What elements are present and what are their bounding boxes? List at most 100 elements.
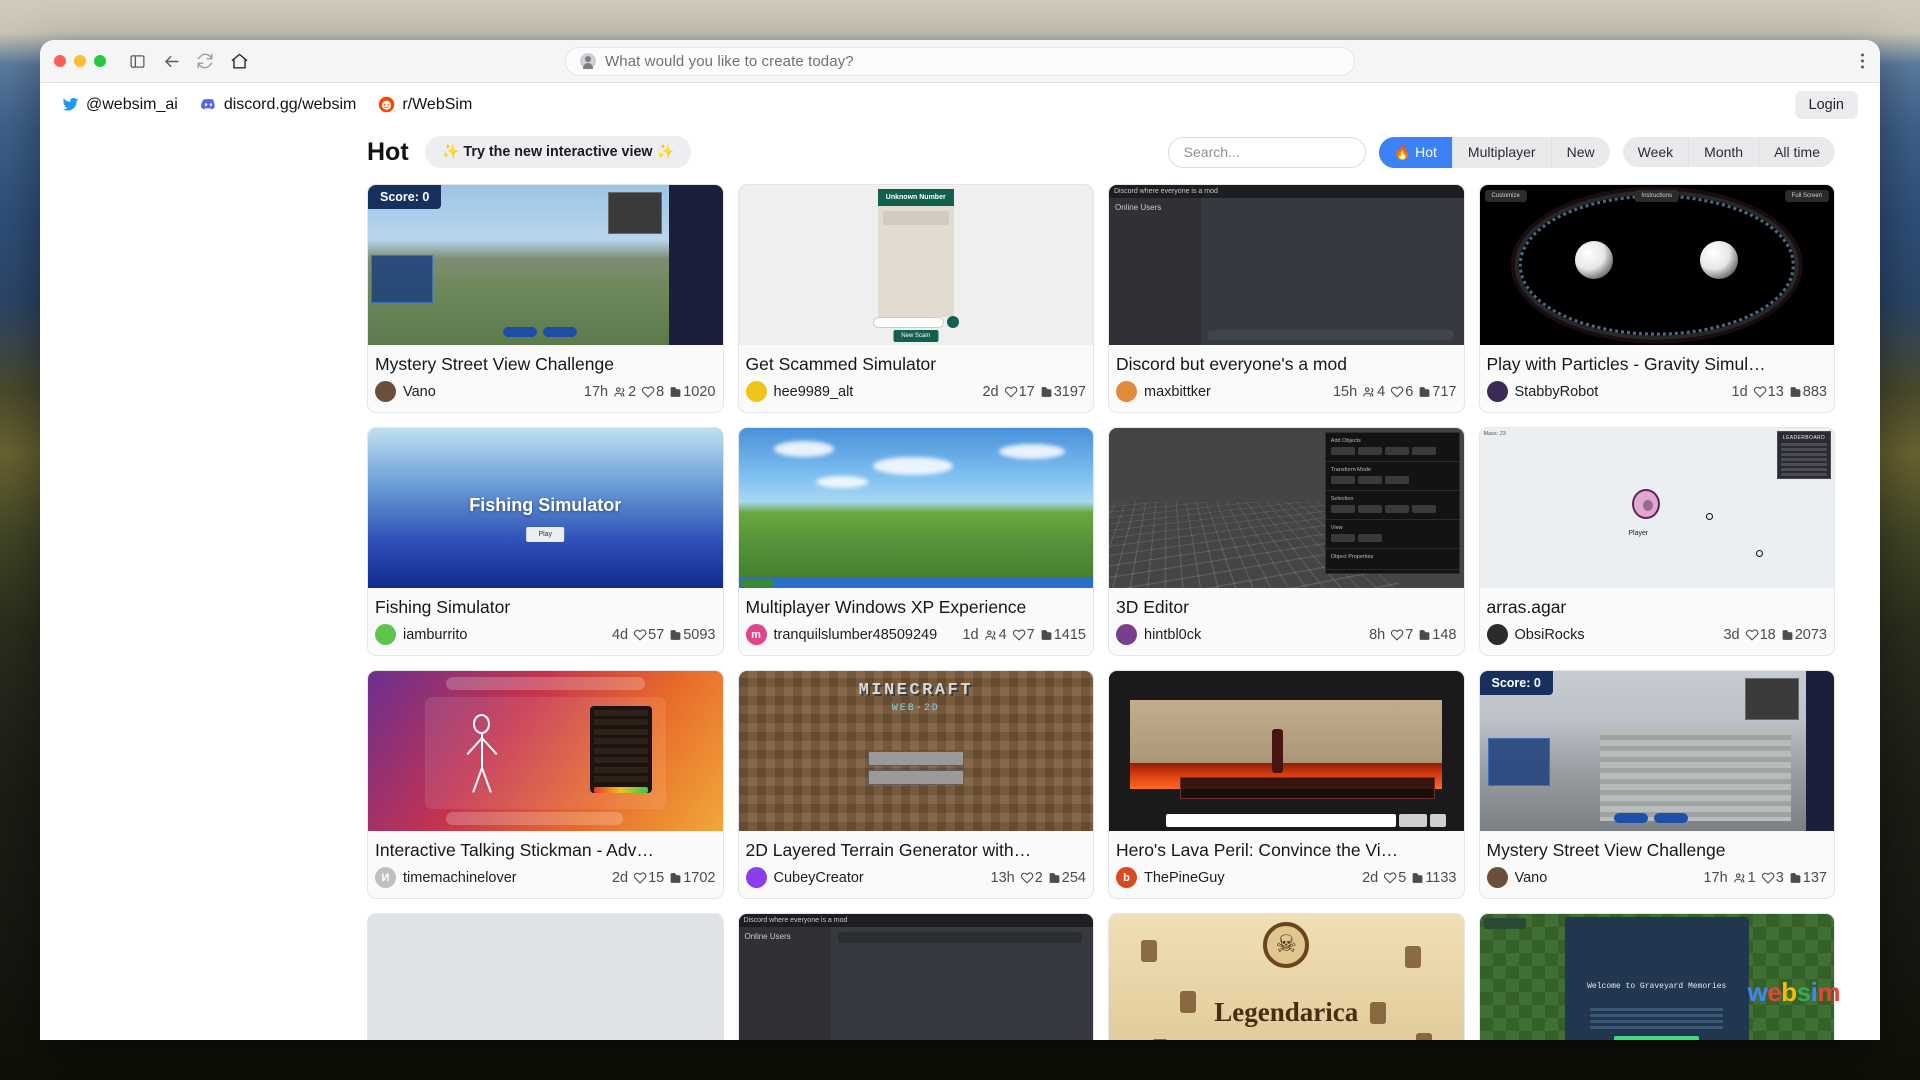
card-meta: hee9989_alt 2d 17 3197 (739, 378, 1094, 412)
age-label: 2d (982, 383, 999, 400)
tab-month[interactable]: Month (1689, 137, 1760, 167)
project-card[interactable]: Multiplayer Windows XP Experience m tran… (737, 427, 1094, 656)
card-title[interactable]: arras.agar (1480, 588, 1835, 621)
login-button[interactable]: Login (1794, 90, 1858, 119)
card-title[interactable]: 2D Layered Terrain Generator with… (739, 831, 1094, 864)
card-title[interactable]: Get Scammed Simulator (739, 345, 1094, 378)
tab-hot[interactable]: 🔥 Hot (1378, 136, 1453, 168)
close-window-icon[interactable] (54, 55, 66, 67)
project-card[interactable]: Hero's Lava Peril: Convince the Vi… b Th… (1108, 670, 1465, 899)
maximize-window-icon[interactable] (94, 55, 106, 67)
project-card[interactable]: Customize Instructions Full Screen Play … (1478, 184, 1835, 413)
project-card[interactable]: Score: 0 Mystery Street View Challenge V… (367, 184, 724, 413)
card-title[interactable]: Mystery Street View Challenge (1480, 831, 1835, 864)
card-meta: Vano 17h 1 3 137 (1480, 864, 1835, 898)
card-title[interactable]: Interactive Talking Stickman - Adv… (368, 831, 723, 864)
card-thumbnail[interactable]: Mass: 23 Player LEADERBOARD (1479, 428, 1834, 588)
card-stats: 2d 5 1133 (1362, 870, 1456, 886)
author-name[interactable]: tranquilslumber48509249 (774, 627, 938, 643)
card-stats: 4d 57 5093 (612, 627, 716, 643)
plays-count: 4 (1377, 383, 1386, 400)
social-link-discord[interactable]: discord.gg/websim (200, 95, 357, 114)
project-card[interactable]: MINECRAFT WEB-2D 2D Layered Terrain Gene… (737, 670, 1094, 899)
editor-panel: Add Objects Transform Mode Selection Vie… (1324, 432, 1460, 574)
author-name[interactable]: ObsiRocks (1515, 627, 1585, 643)
social-link-twitter[interactable]: @websim_ai (62, 96, 178, 114)
card-thumbnail[interactable]: Legendarica (1109, 914, 1464, 1040)
logo-letter: e (1767, 977, 1782, 1007)
likes-stat: 57 (633, 627, 664, 643)
card-thumbnail[interactable] (738, 428, 1093, 588)
tab-all-time[interactable]: All time (1759, 137, 1835, 167)
project-card[interactable] (367, 913, 724, 1040)
plays-stat: 1 (1733, 870, 1756, 886)
interactive-view-button[interactable]: ✨ Try the new interactive view ✨ (424, 136, 692, 168)
fishing-title: Fishing Simulator (469, 495, 622, 516)
window-traffic-lights[interactable] (54, 55, 106, 67)
card-stats: 17h 1 3 137 (1703, 870, 1827, 886)
card-stats: 13h 2 254 (991, 870, 1086, 886)
author-name[interactable]: maxbittker (1144, 384, 1211, 400)
project-card[interactable]: Interactive Talking Stickman - Adv… И ti… (367, 670, 724, 899)
project-card[interactable]: Discord where everyone is a mod Online U… (1108, 184, 1465, 413)
card-title[interactable]: 3D Editor (1109, 588, 1464, 621)
score-badge: Score: 0 (368, 185, 442, 209)
card-title[interactable]: Discord but everyone's a mod (1109, 345, 1464, 378)
author-name[interactable]: CubeyCreator (774, 870, 864, 886)
card-thumbnail[interactable] (368, 671, 723, 831)
author-name[interactable]: hintbl0ck (1144, 627, 1201, 643)
project-card[interactable]: Fishing Simulator Play Fishing Simulator… (367, 427, 724, 656)
avatar (1486, 624, 1508, 645)
author-name[interactable]: StabbyRobot (1515, 384, 1599, 400)
project-card[interactable]: Mass: 23 Player LEADERBOARD arras.agar O… (1478, 427, 1835, 656)
card-thumbnail[interactable]: Score: 0 (1479, 671, 1834, 831)
project-card[interactable]: Add Objects Transform Mode Selection Vie… (1108, 427, 1465, 656)
likes-stat: 2 (1020, 870, 1043, 886)
search-input[interactable] (1167, 136, 1366, 168)
card-thumbnail[interactable]: Discord where everyone is a mod Online U… (738, 914, 1093, 1040)
author-name[interactable]: hee9989_alt (774, 384, 854, 400)
author-name[interactable]: ThePineGuy (1144, 870, 1225, 886)
card-title[interactable]: Play with Particles - Gravity Simul… (1480, 345, 1835, 378)
card-thumbnail[interactable]: Add Objects Transform Mode Selection Vie… (1109, 428, 1464, 588)
card-thumbnail[interactable]: MINECRAFT WEB-2D (738, 671, 1093, 831)
sidebar-toggle-icon[interactable] (122, 46, 152, 76)
card-title[interactable]: Fishing Simulator (368, 588, 723, 621)
social-link-label: discord.gg/websim (223, 95, 357, 113)
leaderboard: LEADERBOARD (1777, 431, 1831, 479)
card-thumbnail[interactable]: Customize Instructions Full Screen (1479, 185, 1834, 345)
project-card[interactable]: Unknown Number New Scam Get Scammed Simu… (737, 184, 1094, 413)
back-icon[interactable] (156, 46, 186, 76)
card-thumbnail[interactable]: Score: 0 (368, 185, 723, 345)
message-input (872, 316, 959, 328)
card-thumbnail[interactable] (368, 914, 723, 1040)
author-name[interactable]: Vano (403, 384, 436, 400)
card-title[interactable]: Mystery Street View Challenge (368, 345, 723, 378)
author-name[interactable]: Vano (1515, 870, 1548, 886)
websim-logo[interactable]: websim (1748, 977, 1841, 1008)
card-thumbnail[interactable]: Unknown Number New Scam (738, 185, 1093, 345)
card-thumbnail[interactable] (1109, 671, 1464, 831)
project-card[interactable]: Discord where everyone is a mod Online U… (737, 913, 1094, 1040)
card-thumbnail[interactable]: Fishing Simulator Play (368, 428, 723, 588)
card-meta: StabbyRobot 1d 13 883 (1480, 378, 1835, 412)
reload-icon[interactable] (190, 46, 220, 76)
card-title[interactable]: Multiplayer Windows XP Experience (739, 588, 1094, 621)
page-title: Hot (367, 137, 409, 166)
plays-count: 2 (628, 383, 637, 400)
tab-multiplayer[interactable]: Multiplayer (1453, 136, 1552, 168)
address-bar[interactable]: What would you like to create today? (565, 46, 1355, 76)
project-card[interactable]: Score: 0 Mystery Street View Challenge V… (1478, 670, 1835, 899)
card-title[interactable]: Hero's Lava Peril: Convince the Vi… (1109, 831, 1464, 864)
author-name[interactable]: timemachinelover (403, 870, 517, 886)
tab-week[interactable]: Week (1623, 137, 1690, 167)
author-name[interactable]: iamburrito (403, 627, 467, 643)
kebab-menu-icon[interactable] (1861, 53, 1864, 69)
social-link-reddit[interactable]: r/WebSim (378, 96, 472, 114)
tab-new[interactable]: New (1552, 137, 1610, 168)
minimize-window-icon[interactable] (74, 55, 86, 67)
project-card[interactable]: Legendarica (1108, 913, 1465, 1040)
card-thumbnail[interactable]: Discord where everyone is a mod Online U… (1109, 185, 1464, 345)
home-icon[interactable] (224, 46, 254, 76)
discord-sidebar: Online Users (1109, 198, 1202, 345)
